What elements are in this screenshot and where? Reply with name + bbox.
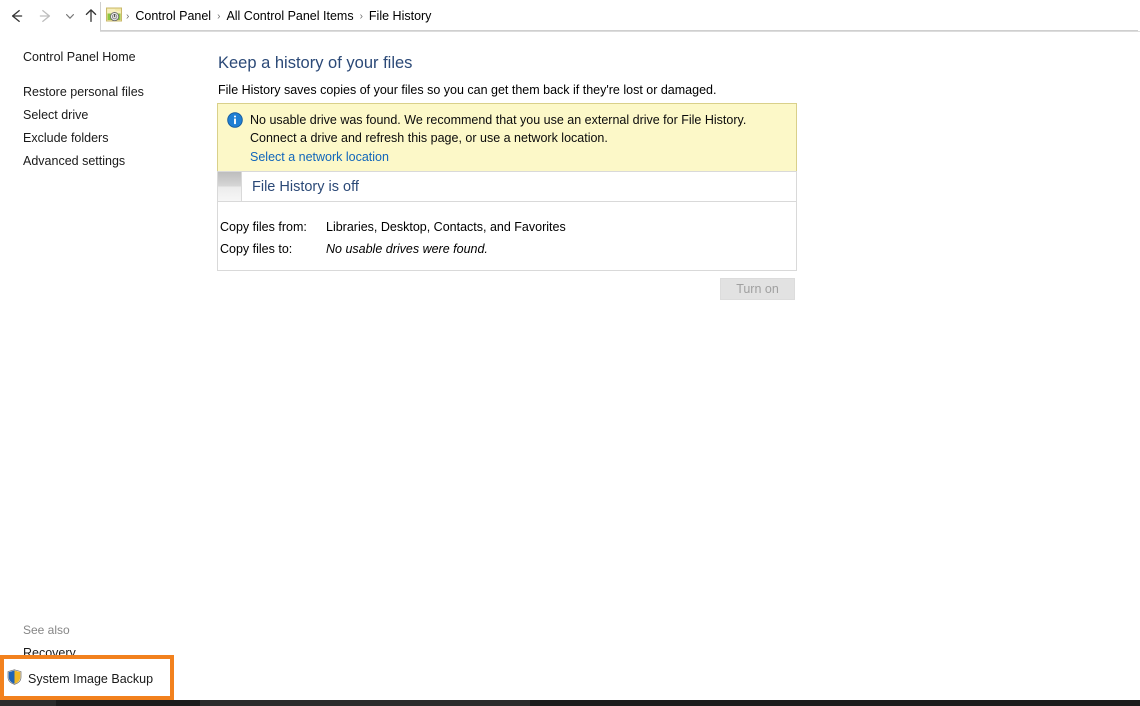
sidebar-item-exclude-folders[interactable]: Exclude folders [23,131,108,145]
status-detail-rows: Copy files from: Libraries, Desktop, Con… [218,202,796,260]
sidebar-item-restore-personal-files[interactable]: Restore personal files [23,85,144,99]
copy-files-to-value: No usable drives were found. [326,242,488,256]
shield-icon [7,669,22,688]
file-history-status-box: File History is off Copy files from: Lib… [217,171,797,271]
turn-on-button[interactable]: Turn on [720,278,795,300]
navigation-bar: › Control Panel › All Control Panel Item… [0,0,1140,31]
status-indicator-swatch [218,172,242,201]
status-heading: File History is off [252,178,359,195]
info-icon [227,112,243,128]
taskbar-segment [0,700,56,706]
notice-text: No usable drive was found. We recommend … [250,113,747,145]
sidebar-item-advanced-settings[interactable]: Advanced settings [23,154,125,168]
address-bar[interactable]: › Control Panel › All Control Panel Item… [100,2,1138,31]
page-subtitle: File History saves copies of your files … [218,83,717,97]
status-row: Copy files to: No usable drives were fou… [220,238,796,260]
highlighted-system-image-backup[interactable]: System Image Backup [7,669,153,688]
back-button[interactable] [4,0,30,31]
sidebar-item-control-panel-home[interactable]: Control Panel Home [23,50,136,64]
taskbar-strip [0,700,1140,706]
status-row: Copy files from: Libraries, Desktop, Con… [220,216,796,238]
copy-files-from-value: Libraries, Desktop, Contacts, and Favori… [326,220,566,234]
control-panel-icon [105,6,123,24]
see-also-heading: See also [23,623,70,637]
content-pane: Keep a history of your files File Histor… [216,32,1140,694]
breadcrumb-control-panel[interactable]: Control Panel [130,7,216,25]
copy-files-to-label: Copy files to: [220,242,293,256]
recent-locations-button[interactable] [60,0,80,31]
back-arrow-icon [11,9,23,22]
status-box-header: File History is off [218,172,796,202]
select-network-location-link[interactable]: Select a network location [250,150,389,164]
up-arrow-icon [85,8,97,22]
breadcrumb-all-control-panel-items[interactable]: All Control Panel Items [221,7,358,25]
forward-arrow-icon [39,9,51,22]
no-drive-notice: No usable drive was found. We recommend … [217,103,797,173]
sidebar-item-select-drive[interactable]: Select drive [23,108,88,122]
taskbar-segment [200,700,530,706]
page-title: Keep a history of your files [218,54,413,72]
breadcrumb-file-history[interactable]: File History [364,7,437,25]
left-navigation-pane: Control Panel Home Restore personal file… [0,32,216,694]
file-history-window: › Control Panel › All Control Panel Item… [0,0,1140,706]
copy-files-from-label: Copy files from: [220,220,307,234]
chevron-down-icon [66,13,74,19]
highlighted-system-image-backup-label: System Image Backup [28,671,154,686]
forward-button[interactable] [32,0,58,31]
